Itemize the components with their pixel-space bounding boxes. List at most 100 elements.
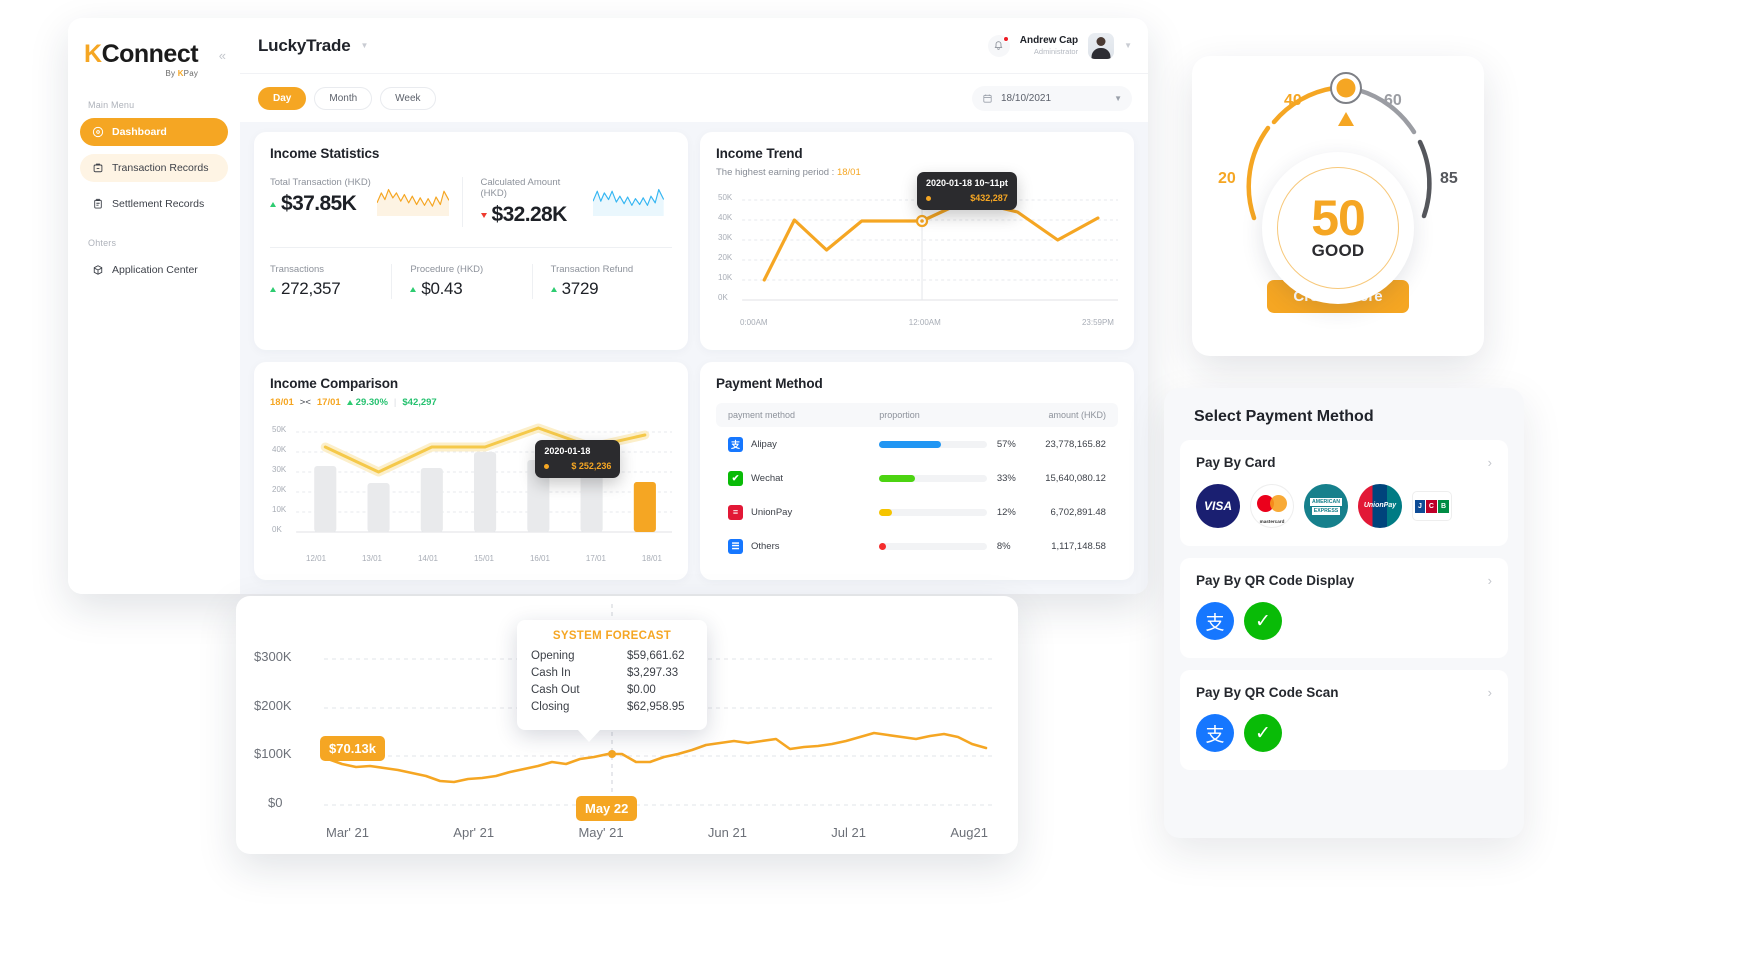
pay-by-qr-display-row[interactable]: Pay By QR Code Display › <box>1180 558 1508 602</box>
tooltip-row: Cash In $3,297.33 <box>531 667 693 679</box>
pay-by-qr-scan-row[interactable]: Pay By QR Code Scan › <box>1180 670 1508 714</box>
trend-up-icon <box>270 201 276 207</box>
table-header-row: payment method proportion amount (HKD) <box>716 403 1118 427</box>
column-header-method: payment method <box>728 410 796 420</box>
y-tick: $0 <box>268 795 283 810</box>
tooltip-title: 2020-01-18 <box>544 446 591 456</box>
proportion-percent: 33% <box>996 472 1016 484</box>
payment-method-card: Payment Method payment method proportion… <box>700 362 1134 580</box>
income-trend-tooltip: 2020-01-18 10~11pt $432,287 <box>917 172 1017 210</box>
card-logos: VISA mastercard AMERICAN EXPRESS UnionPa… <box>1180 484 1508 546</box>
trend-up-icon <box>410 286 417 292</box>
sidebar-item-dashboard[interactable]: Dashboard <box>80 118 228 146</box>
y-tick: 20K <box>272 485 287 494</box>
y-tick: 50K <box>272 425 287 434</box>
section-label: Pay By QR Code Scan <box>1196 684 1339 700</box>
y-tick: $100K <box>254 746 292 761</box>
sidebar-collapse-icon[interactable]: « <box>219 42 226 63</box>
alipay-logo: 支 <box>1196 602 1234 640</box>
sidebar-item-application-center[interactable]: Application Center <box>80 256 228 284</box>
income-comparison-y-axis: 50K 40K 30K 20K 10K 0K <box>272 420 286 540</box>
dashboard-icon <box>92 126 104 138</box>
y-tick: 40K <box>718 213 733 222</box>
income-comparison-x-axis: 12/01 13/01 14/01 15/01 16/01 17/01 18/0… <box>270 554 672 563</box>
payment-method-table: payment method proportion amount (HKD) 支… <box>716 403 1118 563</box>
tooltip-row: $432,287 <box>926 193 1008 203</box>
sidebar-item-settlement-records[interactable]: Settlement Records <box>80 190 228 218</box>
income-comparison-note: 18/01 >< 17/01 29.30% | $42,297 <box>270 397 672 408</box>
tooltip-title: 2020-01-18 10~11pt <box>926 178 1008 188</box>
trend-up-icon <box>550 286 557 292</box>
proportion-bar-fill <box>879 508 893 516</box>
tooltip-key: Opening <box>531 650 575 662</box>
avatar[interactable] <box>1088 32 1115 59</box>
table-row[interactable]: 支 Alipay 57% 23,778,165.82 <box>716 427 1118 461</box>
stat-label: Procedure (HKD) <box>410 264 484 275</box>
stat-value-wrap: $37.85K <box>270 192 371 216</box>
income-statistics-top: Total Transaction (HKD) $37.85K Calculat… <box>270 177 672 227</box>
tab-week[interactable]: Week <box>380 86 436 110</box>
card-title: Income Trend <box>716 146 803 161</box>
forecast-date-badge: May 22 <box>576 796 638 821</box>
y-tick: 10K <box>272 505 287 514</box>
stat-value: $37.85K <box>281 192 357 215</box>
tooltip-row: Opening $59,661.62 <box>531 650 693 662</box>
x-tick: 12/01 <box>306 554 327 563</box>
dashboard-main: LuckyTrade ▼ Andrew Cap Administrator ▼ … <box>240 18 1148 594</box>
y-tick: 30K <box>718 233 733 242</box>
sidebar-item-transaction-records[interactable]: Transaction Records <box>80 154 228 182</box>
bell-icon <box>994 41 1003 50</box>
cell-proportion: 12% <box>879 507 1023 518</box>
income-statistics-card: Income Statistics Total Transaction (HKD… <box>254 132 688 350</box>
visa-logo: VISA <box>1196 484 1240 528</box>
section-label: Pay By Card <box>1196 454 1276 470</box>
y-tick: 0K <box>718 293 728 302</box>
logo-text: KConnect <box>84 40 199 68</box>
logo-k-letter: K <box>84 40 102 68</box>
pay-by-qr-scan-section: Pay By QR Code Scan › 支 ✓ <box>1180 670 1508 770</box>
tooltip-row: $ 252,236 <box>544 461 611 471</box>
date-picker[interactable]: 18/10/2021 ▼ <box>972 85 1132 111</box>
tooltip-key: Closing <box>531 701 570 713</box>
stat-value: 3729 <box>561 279 599 298</box>
mastercard-logo: mastercard <box>1250 484 1294 528</box>
notification-badge-dot <box>1002 35 1009 42</box>
sidebar-item-label: Dashboard <box>112 126 167 138</box>
cell-amount: 15,640,080.12 <box>1045 472 1106 484</box>
tab-month[interactable]: Month <box>314 86 373 110</box>
method-label: UnionPay <box>751 506 793 518</box>
x-tick: 17/01 <box>585 554 606 563</box>
cell-method: 支 Alipay <box>728 436 879 452</box>
stat-calculated-amount: Calculated Amount (HKD) $32.28K <box>461 177 673 227</box>
table-row[interactable]: ☰ Others 8% 1,117,148.58 <box>716 529 1118 563</box>
forecast-chart-card: $300K $200K $100K $0 Mar' 21 Apr' 21 May… <box>236 596 1018 854</box>
tab-day[interactable]: Day <box>258 86 307 110</box>
pay-by-card-row[interactable]: Pay By Card › <box>1180 440 1508 484</box>
table-row[interactable]: ≡ UnionPay 12% 6,702,891.48 <box>716 495 1118 529</box>
chevron-right-icon: › <box>1487 454 1492 470</box>
x-tick: May' 21 <box>578 825 624 840</box>
x-tick: Mar' 21 <box>326 825 369 840</box>
stat-transactions: Transactions 272,357 <box>270 264 391 299</box>
table-row[interactable]: ✔ Wechat 33% 15,640,080.12 <box>716 461 1118 495</box>
stat-transaction-refund: Transaction Refund 3729 <box>531 264 672 299</box>
user-menu-chevron-down-icon[interactable]: ▼ <box>1124 41 1132 50</box>
notifications-button[interactable] <box>987 34 1010 57</box>
stat-value: $0.43 <box>421 279 463 298</box>
proportion-bar-fill <box>879 440 941 448</box>
unionpay-icon: ≡ <box>728 504 743 520</box>
business-chevron-down-icon[interactable]: ▼ <box>361 41 369 50</box>
proportion-bar-fill <box>879 542 887 550</box>
calendar-icon <box>982 93 993 104</box>
chevron-right-icon: › <box>1487 684 1492 700</box>
stat-label: Total Transaction (HKD) <box>270 177 371 188</box>
cell-proportion: 57% <box>879 439 1023 450</box>
column-header-proportion: proportion <box>879 410 920 420</box>
proportion-percent: 12% <box>996 506 1016 518</box>
screen-root: KConnect By KPay « Main Menu Dashboard T… <box>0 0 1740 966</box>
trend-up-icon <box>270 286 276 292</box>
y-tick: $200K <box>254 698 292 713</box>
header-filter-row: Day Month Week 18/10/2021 ▼ <box>240 74 1148 122</box>
delta-group: 29.30% <box>346 397 388 408</box>
select-payment-method-panel: Select Payment Method Pay By Card › VISA… <box>1164 388 1524 838</box>
